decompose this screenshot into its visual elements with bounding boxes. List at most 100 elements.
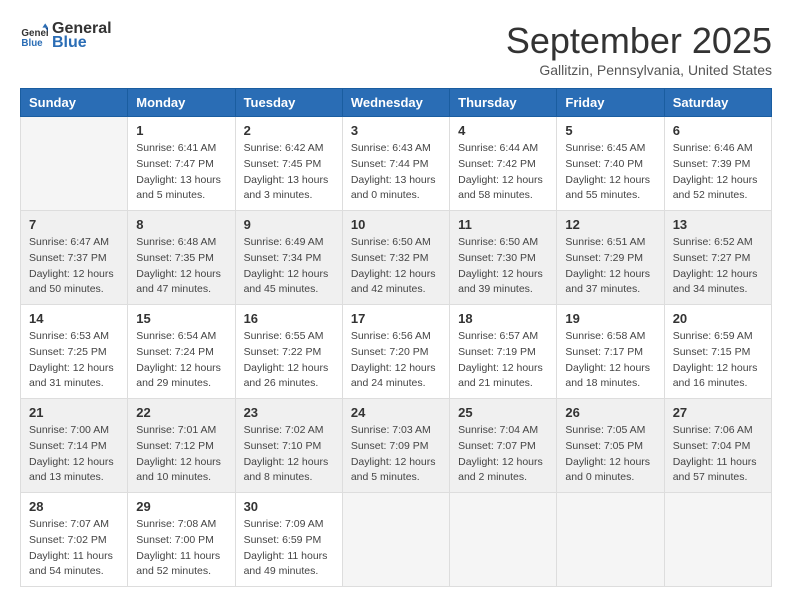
day-info: Sunrise: 7:03 AM Sunset: 7:09 PM Dayligh… bbox=[351, 423, 441, 486]
day-number: 19 bbox=[565, 311, 655, 326]
week-row-3: 14 Sunrise: 6:53 AM Sunset: 7:25 PM Dayli… bbox=[21, 305, 772, 399]
day-info: Sunrise: 6:45 AM Sunset: 7:40 PM Dayligh… bbox=[565, 141, 655, 204]
day-number: 3 bbox=[351, 123, 441, 138]
day-number: 25 bbox=[458, 405, 548, 420]
day-number: 21 bbox=[29, 405, 119, 420]
day-info: Sunrise: 6:51 AM Sunset: 7:29 PM Dayligh… bbox=[565, 235, 655, 298]
calendar-cell: 27 Sunrise: 7:06 AM Sunset: 7:04 PM Dayli… bbox=[664, 399, 771, 493]
calendar-cell: 4 Sunrise: 6:44 AM Sunset: 7:42 PM Daylig… bbox=[450, 117, 557, 211]
day-number: 22 bbox=[136, 405, 226, 420]
day-info: Sunrise: 7:02 AM Sunset: 7:10 PM Dayligh… bbox=[244, 423, 334, 486]
day-number: 27 bbox=[673, 405, 763, 420]
calendar-cell: 18Sunrise: 6:57 AM Sunset: 7:19 PM Dayli… bbox=[450, 305, 557, 399]
day-info: Sunrise: 6:52 AM Sunset: 7:27 PM Dayligh… bbox=[673, 235, 763, 298]
day-info: Sunrise: 7:00 AM Sunset: 7:14 PM Dayligh… bbox=[29, 423, 119, 486]
calendar-cell: 3 Sunrise: 6:43 AM Sunset: 7:44 PM Daylig… bbox=[342, 117, 449, 211]
day-number: 14 bbox=[29, 311, 119, 326]
day-info: Sunrise: 6:48 AM Sunset: 7:35 PM Dayligh… bbox=[136, 235, 226, 298]
calendar-cell: 2 Sunrise: 6:42 AM Sunset: 7:45 PM Daylig… bbox=[235, 117, 342, 211]
day-number: 4 bbox=[458, 123, 548, 138]
calendar-cell bbox=[664, 493, 771, 587]
calendar-cell: 19 Sunrise: 6:58 AM Sunset: 7:17 PM Dayli… bbox=[557, 305, 664, 399]
day-number: 6 bbox=[673, 123, 763, 138]
calendar-cell bbox=[557, 493, 664, 587]
week-row-2: 7Sunrise: 6:47 AM Sunset: 7:37 PM Daylig… bbox=[21, 211, 772, 305]
column-header-friday: Friday bbox=[557, 89, 664, 117]
day-info: Sunrise: 6:41 AM Sunset: 7:47 PM Dayligh… bbox=[136, 141, 226, 204]
day-info: Sunrise: 7:06 AM Sunset: 7:04 PM Dayligh… bbox=[673, 423, 763, 486]
day-number: 30 bbox=[244, 499, 334, 514]
column-header-monday: Monday bbox=[128, 89, 235, 117]
location-subtitle: Gallitzin, Pennsylvania, United States bbox=[506, 62, 772, 78]
day-number: 7 bbox=[29, 217, 119, 232]
day-number: 23 bbox=[244, 405, 334, 420]
day-number: 17 bbox=[351, 311, 441, 326]
day-number: 29 bbox=[136, 499, 226, 514]
calendar-cell: 23 Sunrise: 7:02 AM Sunset: 7:10 PM Dayli… bbox=[235, 399, 342, 493]
calendar-cell: 21 Sunrise: 7:00 AM Sunset: 7:14 PM Dayli… bbox=[21, 399, 128, 493]
column-header-saturday: Saturday bbox=[664, 89, 771, 117]
day-number: 1 bbox=[136, 123, 226, 138]
day-info: Sunrise: 7:09 AM Sunset: 6:59 PM Dayligh… bbox=[244, 517, 334, 580]
day-info: Sunrise: 6:54 AM Sunset: 7:24 PM Dayligh… bbox=[136, 329, 226, 392]
calendar-cell: 10 Sunrise: 6:50 AM Sunset: 7:32 PM Dayli… bbox=[342, 211, 449, 305]
column-header-sunday: Sunday bbox=[21, 89, 128, 117]
day-info: Sunrise: 6:53 AM Sunset: 7:25 PM Dayligh… bbox=[29, 329, 119, 392]
column-header-tuesday: Tuesday bbox=[235, 89, 342, 117]
day-info: Sunrise: 6:44 AM Sunset: 7:42 PM Dayligh… bbox=[458, 141, 548, 204]
calendar-cell: 26 Sunrise: 7:05 AM Sunset: 7:05 PM Dayli… bbox=[557, 399, 664, 493]
calendar-cell: 6 Sunrise: 6:46 AM Sunset: 7:39 PM Daylig… bbox=[664, 117, 771, 211]
day-info: Sunrise: 6:46 AM Sunset: 7:39 PM Dayligh… bbox=[673, 141, 763, 204]
day-info: Sunrise: 7:08 AM Sunset: 7:00 PM Dayligh… bbox=[136, 517, 226, 580]
calendar-cell bbox=[450, 493, 557, 587]
calendar-cell: 20Sunrise: 6:59 AM Sunset: 7:15 PM Dayli… bbox=[664, 305, 771, 399]
calendar-cell: 29 Sunrise: 7:08 AM Sunset: 7:00 PM Dayli… bbox=[128, 493, 235, 587]
day-info: Sunrise: 7:05 AM Sunset: 7:05 PM Dayligh… bbox=[565, 423, 655, 486]
calendar-cell: 5 Sunrise: 6:45 AM Sunset: 7:40 PM Daylig… bbox=[557, 117, 664, 211]
calendar-cell bbox=[342, 493, 449, 587]
logo-icon: General Blue bbox=[20, 22, 48, 50]
day-number: 26 bbox=[565, 405, 655, 420]
column-header-thursday: Thursday bbox=[450, 89, 557, 117]
day-number: 15 bbox=[136, 311, 226, 326]
calendar-cell: 13Sunrise: 6:52 AM Sunset: 7:27 PM Dayli… bbox=[664, 211, 771, 305]
day-info: Sunrise: 6:50 AM Sunset: 7:32 PM Dayligh… bbox=[351, 235, 441, 298]
day-number: 2 bbox=[244, 123, 334, 138]
calendar-cell: 17Sunrise: 6:56 AM Sunset: 7:20 PM Dayli… bbox=[342, 305, 449, 399]
calendar-cell: 9Sunrise: 6:49 AM Sunset: 7:34 PM Daylig… bbox=[235, 211, 342, 305]
calendar-header: SundayMondayTuesdayWednesdayThursdayFrid… bbox=[21, 89, 772, 117]
calendar-cell: 8 Sunrise: 6:48 AM Sunset: 7:35 PM Daylig… bbox=[128, 211, 235, 305]
day-info: Sunrise: 6:49 AM Sunset: 7:34 PM Dayligh… bbox=[244, 235, 334, 298]
column-header-wednesday: Wednesday bbox=[342, 89, 449, 117]
logo: General Blue General Blue bbox=[20, 20, 112, 52]
week-row-1: 1 Sunrise: 6:41 AM Sunset: 7:47 PM Daylig… bbox=[21, 117, 772, 211]
month-title: September 2025 bbox=[506, 20, 772, 62]
day-number: 10 bbox=[351, 217, 441, 232]
week-row-4: 21 Sunrise: 7:00 AM Sunset: 7:14 PM Dayli… bbox=[21, 399, 772, 493]
calendar-cell: 28 Sunrise: 7:07 AM Sunset: 7:02 PM Dayli… bbox=[21, 493, 128, 587]
svg-text:Blue: Blue bbox=[21, 38, 43, 49]
calendar-cell: 30 Sunrise: 7:09 AM Sunset: 6:59 PM Dayli… bbox=[235, 493, 342, 587]
calendar-cell: 12 Sunrise: 6:51 AM Sunset: 7:29 PM Dayli… bbox=[557, 211, 664, 305]
day-info: Sunrise: 6:43 AM Sunset: 7:44 PM Dayligh… bbox=[351, 141, 441, 204]
day-number: 18 bbox=[458, 311, 548, 326]
day-info: Sunrise: 7:01 AM Sunset: 7:12 PM Dayligh… bbox=[136, 423, 226, 486]
day-number: 16 bbox=[244, 311, 334, 326]
title-section: September 2025 Gallitzin, Pennsylvania, … bbox=[506, 20, 772, 78]
calendar-cell: 7Sunrise: 6:47 AM Sunset: 7:37 PM Daylig… bbox=[21, 211, 128, 305]
day-number: 12 bbox=[565, 217, 655, 232]
day-info: Sunrise: 7:07 AM Sunset: 7:02 PM Dayligh… bbox=[29, 517, 119, 580]
day-number: 5 bbox=[565, 123, 655, 138]
day-number: 28 bbox=[29, 499, 119, 514]
day-info: Sunrise: 6:58 AM Sunset: 7:17 PM Dayligh… bbox=[565, 329, 655, 392]
header-row: SundayMondayTuesdayWednesdayThursdayFrid… bbox=[21, 89, 772, 117]
day-info: Sunrise: 6:42 AM Sunset: 7:45 PM Dayligh… bbox=[244, 141, 334, 204]
day-info: Sunrise: 6:59 AM Sunset: 7:15 PM Dayligh… bbox=[673, 329, 763, 392]
calendar-cell: 24Sunrise: 7:03 AM Sunset: 7:09 PM Dayli… bbox=[342, 399, 449, 493]
day-number: 8 bbox=[136, 217, 226, 232]
calendar-body: 1 Sunrise: 6:41 AM Sunset: 7:47 PM Daylig… bbox=[21, 117, 772, 587]
page-header: General Blue General Blue September 2025… bbox=[20, 20, 772, 78]
calendar-cell: 1 Sunrise: 6:41 AM Sunset: 7:47 PM Daylig… bbox=[128, 117, 235, 211]
calendar-cell: 16Sunrise: 6:55 AM Sunset: 7:22 PM Dayli… bbox=[235, 305, 342, 399]
calendar-cell: 14 Sunrise: 6:53 AM Sunset: 7:25 PM Dayli… bbox=[21, 305, 128, 399]
